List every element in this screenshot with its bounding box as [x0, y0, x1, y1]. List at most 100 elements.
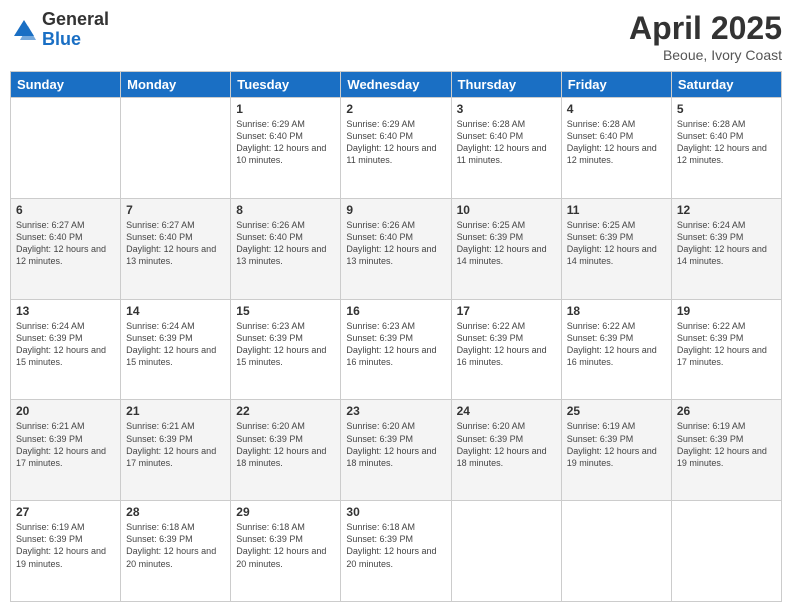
- day-cell: 17 Sunrise: 6:22 AM Sunset: 6:39 PM Dayli…: [451, 299, 561, 400]
- day-cell: [451, 501, 561, 602]
- day-cell: 14 Sunrise: 6:24 AM Sunset: 6:39 PM Dayli…: [121, 299, 231, 400]
- day-info: Sunrise: 6:18 AM Sunset: 6:39 PM Dayligh…: [126, 521, 225, 570]
- day-info: Sunrise: 6:25 AM Sunset: 6:39 PM Dayligh…: [567, 219, 666, 268]
- header-sunday: Sunday: [11, 72, 121, 98]
- logo-text: General Blue: [42, 10, 109, 50]
- day-number: 24: [457, 404, 556, 418]
- header-tuesday: Tuesday: [231, 72, 341, 98]
- day-cell: 5 Sunrise: 6:28 AM Sunset: 6:40 PM Daylig…: [671, 98, 781, 199]
- day-number: 25: [567, 404, 666, 418]
- logo: General Blue: [10, 10, 109, 50]
- day-number: 11: [567, 203, 666, 217]
- day-info: Sunrise: 6:18 AM Sunset: 6:39 PM Dayligh…: [346, 521, 445, 570]
- day-cell: 26 Sunrise: 6:19 AM Sunset: 6:39 PM Dayli…: [671, 400, 781, 501]
- day-cell: 15Sunrise: 6:23 AM Sunset: 6:39 PM Dayli…: [231, 299, 341, 400]
- calendar-header: Sunday Monday Tuesday Wednesday Thursday…: [11, 72, 782, 98]
- day-cell: 22Sunrise: 6:20 AM Sunset: 6:39 PM Dayli…: [231, 400, 341, 501]
- day-info: Sunrise: 6:19 AM Sunset: 6:39 PM Dayligh…: [16, 521, 115, 570]
- week-row-1: 6 Sunrise: 6:27 AM Sunset: 6:40 PM Daylig…: [11, 198, 782, 299]
- day-cell: 12 Sunrise: 6:24 AM Sunset: 6:39 PM Dayli…: [671, 198, 781, 299]
- day-info: Sunrise: 6:22 AM Sunset: 6:39 PM Dayligh…: [567, 320, 666, 369]
- day-info: Sunrise: 6:22 AM Sunset: 6:39 PM Dayligh…: [457, 320, 556, 369]
- day-number: 12: [677, 203, 776, 217]
- day-cell: 23Sunrise: 6:20 AM Sunset: 6:39 PM Dayli…: [341, 400, 451, 501]
- week-row-3: 20 Sunrise: 6:21 AM Sunset: 6:39 PM Dayli…: [11, 400, 782, 501]
- title-block: April 2025 Beoue, Ivory Coast: [629, 10, 782, 63]
- calendar-body: 1 Sunrise: 6:29 AM Sunset: 6:40 PM Daylig…: [11, 98, 782, 602]
- day-info: Sunrise: 6:24 AM Sunset: 6:39 PM Dayligh…: [677, 219, 776, 268]
- day-cell: 28 Sunrise: 6:18 AM Sunset: 6:39 PM Dayli…: [121, 501, 231, 602]
- day-info: Sunrise: 6:26 AM Sunset: 6:40 PM Dayligh…: [236, 219, 335, 268]
- day-number: 26: [677, 404, 776, 418]
- day-info: Sunrise: 6:22 AM Sunset: 6:39 PM Dayligh…: [677, 320, 776, 369]
- day-number: 19: [677, 304, 776, 318]
- day-cell: 3 Sunrise: 6:28 AM Sunset: 6:40 PM Daylig…: [451, 98, 561, 199]
- day-number: 16: [346, 304, 445, 318]
- day-info: Sunrise: 6:27 AM Sunset: 6:40 PM Dayligh…: [126, 219, 225, 268]
- day-info: Sunrise: 6:27 AM Sunset: 6:40 PM Dayligh…: [16, 219, 115, 268]
- day-number: 28: [126, 505, 225, 519]
- day-info: Sunrise: 6:23 AM Sunset: 6:39 PM Dayligh…: [346, 320, 445, 369]
- day-cell: 25 Sunrise: 6:19 AM Sunset: 6:39 PM Dayli…: [561, 400, 671, 501]
- day-number: 10: [457, 203, 556, 217]
- day-cell: [561, 501, 671, 602]
- day-cell: 11 Sunrise: 6:25 AM Sunset: 6:39 PM Dayli…: [561, 198, 671, 299]
- day-number: 1: [236, 102, 335, 116]
- header-monday: Monday: [121, 72, 231, 98]
- day-number: 6: [16, 203, 115, 217]
- logo-icon: [10, 16, 38, 44]
- day-cell: 30 Sunrise: 6:18 AM Sunset: 6:39 PM Dayli…: [341, 501, 451, 602]
- header-friday: Friday: [561, 72, 671, 98]
- day-info: Sunrise: 6:24 AM Sunset: 6:39 PM Dayligh…: [126, 320, 225, 369]
- day-cell: [121, 98, 231, 199]
- week-row-4: 27 Sunrise: 6:19 AM Sunset: 6:39 PM Dayli…: [11, 501, 782, 602]
- day-info: Sunrise: 6:18 AM Sunset: 6:39 PM Dayligh…: [236, 521, 335, 570]
- day-cell: 9 Sunrise: 6:26 AM Sunset: 6:40 PM Daylig…: [341, 198, 451, 299]
- day-info: Sunrise: 6:19 AM Sunset: 6:39 PM Dayligh…: [567, 420, 666, 469]
- day-info: Sunrise: 6:20 AM Sunset: 6:39 PM Dayligh…: [346, 420, 445, 469]
- day-cell: 21Sunrise: 6:21 AM Sunset: 6:39 PM Dayli…: [121, 400, 231, 501]
- day-cell: 1 Sunrise: 6:29 AM Sunset: 6:40 PM Daylig…: [231, 98, 341, 199]
- day-number: 29: [236, 505, 335, 519]
- day-number: 9: [346, 203, 445, 217]
- day-number: 14: [126, 304, 225, 318]
- day-info: Sunrise: 6:26 AM Sunset: 6:40 PM Dayligh…: [346, 219, 445, 268]
- day-info: Sunrise: 6:29 AM Sunset: 6:40 PM Dayligh…: [236, 118, 335, 167]
- day-number: 30: [346, 505, 445, 519]
- day-cell: 6 Sunrise: 6:27 AM Sunset: 6:40 PM Daylig…: [11, 198, 121, 299]
- day-info: Sunrise: 6:24 AM Sunset: 6:39 PM Dayligh…: [16, 320, 115, 369]
- day-number: 15: [236, 304, 335, 318]
- day-cell: 7Sunrise: 6:27 AM Sunset: 6:40 PM Daylig…: [121, 198, 231, 299]
- day-number: 20: [16, 404, 115, 418]
- day-number: 13: [16, 304, 115, 318]
- header-thursday: Thursday: [451, 72, 561, 98]
- day-number: 17: [457, 304, 556, 318]
- day-info: Sunrise: 6:28 AM Sunset: 6:40 PM Dayligh…: [677, 118, 776, 167]
- day-info: Sunrise: 6:25 AM Sunset: 6:39 PM Dayligh…: [457, 219, 556, 268]
- page: General Blue April 2025 Beoue, Ivory Coa…: [0, 0, 792, 612]
- day-number: 27: [16, 505, 115, 519]
- day-cell: 10 Sunrise: 6:25 AM Sunset: 6:39 PM Dayli…: [451, 198, 561, 299]
- logo-general: General: [42, 10, 109, 30]
- day-info: Sunrise: 6:19 AM Sunset: 6:39 PM Dayligh…: [677, 420, 776, 469]
- day-number: 2: [346, 102, 445, 116]
- day-info: Sunrise: 6:21 AM Sunset: 6:39 PM Dayligh…: [126, 420, 225, 469]
- week-row-0: 1 Sunrise: 6:29 AM Sunset: 6:40 PM Daylig…: [11, 98, 782, 199]
- day-cell: 24 Sunrise: 6:20 AM Sunset: 6:39 PM Dayli…: [451, 400, 561, 501]
- day-number: 3: [457, 102, 556, 116]
- calendar-title: April 2025: [629, 10, 782, 47]
- day-info: Sunrise: 6:20 AM Sunset: 6:39 PM Dayligh…: [457, 420, 556, 469]
- day-info: Sunrise: 6:20 AM Sunset: 6:39 PM Dayligh…: [236, 420, 335, 469]
- day-info: Sunrise: 6:28 AM Sunset: 6:40 PM Dayligh…: [567, 118, 666, 167]
- day-cell: 13 Sunrise: 6:24 AM Sunset: 6:39 PM Dayli…: [11, 299, 121, 400]
- header-wednesday: Wednesday: [341, 72, 451, 98]
- day-info: Sunrise: 6:21 AM Sunset: 6:39 PM Dayligh…: [16, 420, 115, 469]
- day-cell: 16 Sunrise: 6:23 AM Sunset: 6:39 PM Dayli…: [341, 299, 451, 400]
- calendar-subtitle: Beoue, Ivory Coast: [629, 47, 782, 63]
- day-number: 5: [677, 102, 776, 116]
- day-info: Sunrise: 6:28 AM Sunset: 6:40 PM Dayligh…: [457, 118, 556, 167]
- day-cell: 2Sunrise: 6:29 AM Sunset: 6:40 PM Daylig…: [341, 98, 451, 199]
- logo-blue: Blue: [42, 30, 109, 50]
- day-number: 4: [567, 102, 666, 116]
- day-cell: 8Sunrise: 6:26 AM Sunset: 6:40 PM Daylig…: [231, 198, 341, 299]
